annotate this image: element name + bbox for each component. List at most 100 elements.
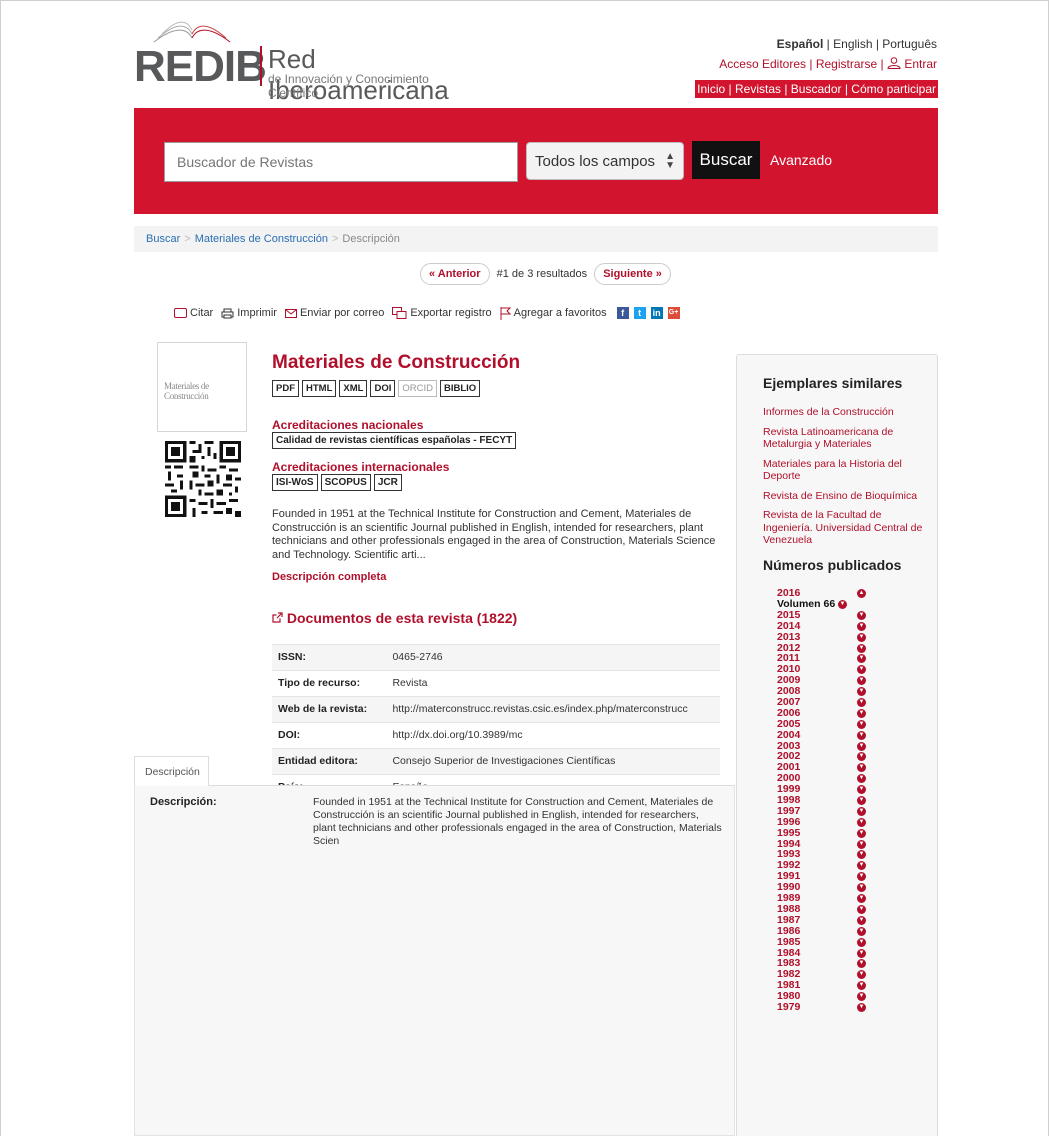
breadcrumb-sep: > (331, 233, 339, 245)
previous-button[interactable]: « Anterior (420, 263, 490, 285)
info-key: Web de la revista: (272, 696, 387, 723)
format-xml[interactable]: XML (339, 380, 368, 397)
linkedin-icon[interactable]: in (650, 307, 663, 319)
select-arrows-icon: ▲ ▼ (665, 151, 675, 171)
chevron-down-icon: ▼ (857, 948, 866, 958)
description-key: Descripción: (150, 796, 217, 808)
info-key: Entidad editora: (272, 748, 387, 775)
breadcrumb-journal[interactable]: Materiales de Construcción (195, 233, 328, 245)
lang-sep: | (823, 37, 834, 51)
format-doi[interactable]: DOI (370, 380, 396, 397)
chevron-down-icon: ▼ (857, 796, 866, 806)
googleplus-icon[interactable]: G+ (667, 307, 680, 319)
international-accreditations: ISI-WoS SCOPUS JCR (272, 474, 402, 491)
chevron-down-icon: ▼ (857, 632, 866, 642)
chevron-down-icon: ▼ (857, 785, 866, 795)
social-share: f t in G+ (615, 307, 680, 319)
record-actions: Citar Imprimir Enviar por correo Exporta… (174, 304, 680, 322)
email-button[interactable]: Enviar por correo (284, 307, 385, 319)
nav-search[interactable]: Buscador (791, 82, 842, 96)
nav-participate[interactable]: Cómo participar (851, 82, 936, 96)
badge-isi-wos: ISI-WoS (272, 474, 318, 491)
format-biblio[interactable]: BIBLIO (439, 380, 481, 397)
breadcrumb-search[interactable]: Buscar (146, 233, 180, 245)
chevron-up-icon: ▲ (857, 589, 866, 598)
nav-sep: | (841, 82, 852, 96)
result-pager: « Anterior #1 de 3 resultados Siguiente … (420, 263, 671, 287)
nav-sep: | (725, 82, 735, 96)
search-input[interactable] (164, 142, 518, 182)
chevron-down-icon: ▼ (857, 894, 866, 904)
next-button[interactable]: Siguiente » (594, 263, 671, 285)
qr-code (165, 441, 241, 517)
print-button[interactable]: Imprimir (221, 307, 277, 319)
export-button[interactable]: Exportar registro (392, 306, 492, 320)
chevron-down-icon: ▼ (857, 861, 866, 871)
chevron-down-icon: ▼ (857, 687, 866, 697)
journal-title: Materiales de Construcción (272, 352, 521, 373)
issues-heading: Números publicados (763, 557, 902, 573)
similar-list: Informes de la Construcción Revista Lati… (763, 406, 933, 554)
info-value: 0465-2746 (386, 644, 720, 671)
publishers-access-link[interactable]: Acceso Editores (719, 57, 806, 71)
breadcrumb: Buscar > Materiales de Construcción > Descri… (134, 226, 938, 252)
lang-sep: | (872, 37, 883, 51)
account-links: Acceso Editores | Registrarse | Entrar (719, 57, 937, 71)
info-row: Tipo de recurso: Revista (272, 670, 720, 697)
site-logo[interactable]: REDIB Red Iberoamericana de Innovación y… (134, 18, 454, 105)
chevron-down-icon: ▼ (857, 676, 866, 686)
login-link[interactable]: Entrar (904, 57, 937, 71)
logo-brand: REDIB (134, 42, 267, 91)
international-accreditations-heading: Acreditaciones internacionales (272, 460, 450, 474)
add-favorites-button[interactable]: Agregar a favoritos (500, 306, 607, 320)
language-en[interactable]: English (833, 37, 872, 51)
advanced-search-link[interactable]: Avanzado (770, 152, 832, 168)
chevron-down-icon: ▼ (857, 992, 866, 1002)
chevron-down-icon: ▼ (857, 741, 866, 751)
info-value[interactable]: http://materconstrucc.revistas.csic.es/i… (386, 696, 720, 723)
language-pt[interactable]: Português (882, 37, 937, 51)
similar-item[interactable]: Informes de la Construcción (763, 406, 933, 419)
format-pdf[interactable]: PDF (272, 380, 299, 397)
similar-item[interactable]: Revista Latinoamericana de Metalurgia y … (763, 426, 933, 451)
similar-item[interactable]: Revista de Ensino de Bioquímica (763, 490, 933, 503)
breadcrumb-sep: > (184, 233, 191, 245)
twitter-icon[interactable]: t (633, 307, 646, 319)
chevron-down-icon: ▼ (857, 926, 866, 936)
nav-journals[interactable]: Revistas (735, 82, 781, 96)
cite-button[interactable]: Citar (174, 307, 213, 319)
tab-description[interactable]: Descripción (134, 756, 209, 786)
chevron-down-icon: ▼ (857, 872, 866, 882)
info-row: Entidad editora: Consejo Superior de Inve… (272, 748, 720, 775)
register-link[interactable]: Registrarse (816, 57, 877, 71)
logo-divider (260, 46, 262, 86)
format-orcid[interactable]: ORCID (398, 380, 437, 397)
nav-home[interactable]: Inicio (697, 82, 725, 96)
email-label: Enviar por correo (299, 307, 385, 319)
chevron-down-icon: ▼ (857, 763, 866, 773)
info-value[interactable]: http://dx.doi.org/10.3989/mc (386, 722, 720, 749)
facebook-icon[interactable]: f (616, 307, 629, 319)
search-button[interactable]: Buscar (692, 141, 760, 179)
chevron-down-icon: ▼ (857, 654, 866, 664)
language-es[interactable]: Español (777, 37, 824, 51)
chevron-down-icon: ▼ (857, 850, 866, 860)
issues-list: 2016 ▲ Volumen 66 ▼ 2015 ▼ 2014 ▼ 2013 ▼ 2012 ▼ 20… (777, 588, 877, 1013)
printer-icon (221, 308, 234, 318)
chevron-down-icon: ▼ (857, 730, 866, 740)
similar-item[interactable]: Revista de la Facultad de Ingeniería. Un… (763, 509, 933, 547)
similar-item[interactable]: Materiales para la Historia del Deporte (763, 458, 933, 483)
breadcrumb-current: Descripción (342, 233, 400, 245)
envelope-icon (284, 308, 297, 318)
chevron-down-icon: ▼ (857, 981, 866, 991)
logo-subtitle: de Innovación y Conocimiento Científico (268, 72, 429, 100)
year-item-1979[interactable]: 1979 ▼ (777, 1002, 877, 1013)
chevron-down-icon: ▼ (857, 708, 866, 718)
full-description-link[interactable]: Descripción completa (272, 571, 386, 583)
search-field-select[interactable]: Todos los campos ▲ ▼ (526, 142, 684, 180)
chevron-down-icon: ▼ (857, 719, 866, 729)
national-accreditations-heading: Acreditaciones nacionales (272, 418, 424, 432)
journal-documents-link[interactable]: Documentos de esta revista (1822) (272, 610, 517, 626)
format-html[interactable]: HTML (302, 380, 337, 397)
info-key: Tipo de recurso: (272, 670, 387, 697)
